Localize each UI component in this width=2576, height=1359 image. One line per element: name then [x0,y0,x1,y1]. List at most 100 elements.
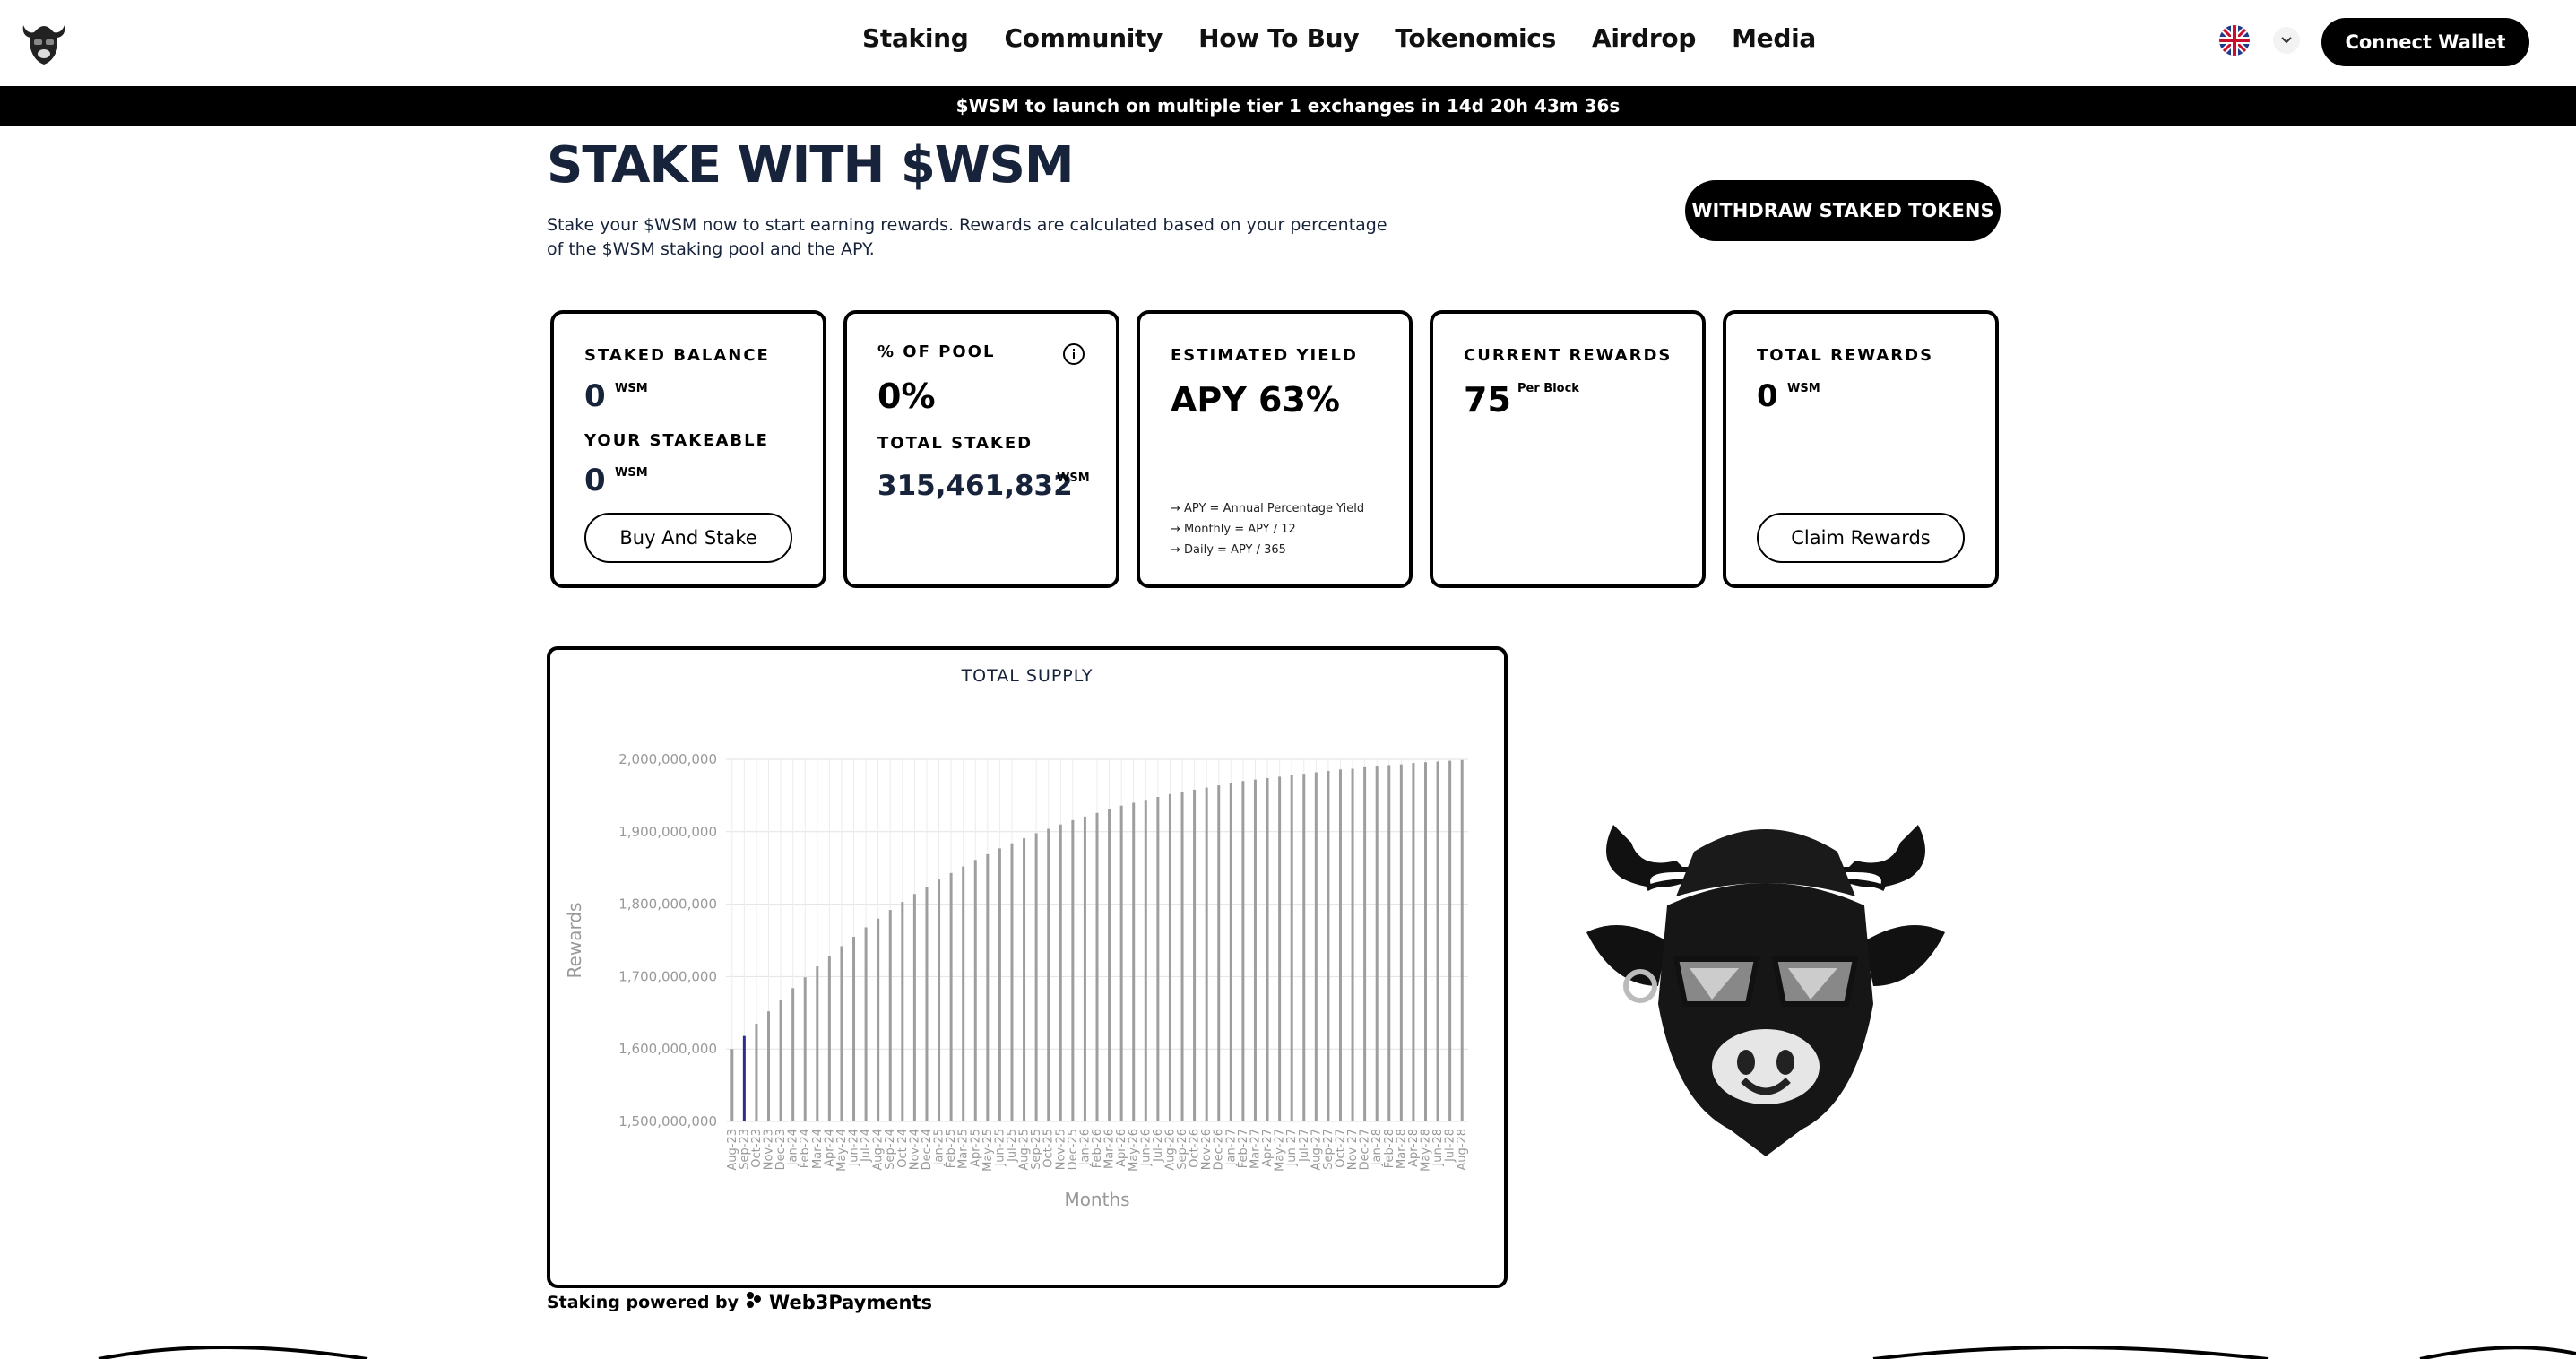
bar [1375,766,1379,1121]
uk-flag-icon[interactable] [2219,25,2250,56]
bar [1314,772,1318,1121]
y-tick-label: 1,700,000,000 [618,968,717,984]
estimated-yield-label: ESTIMATED YIELD [1171,346,1358,365]
bar [1083,816,1086,1121]
web3payments-logo-icon [746,1291,762,1313]
bar [791,988,795,1121]
bar [1010,843,1014,1121]
bar [1399,764,1403,1121]
total-rewards-card: TOTAL REWARDS 0 WSM Claim Rewards [1723,310,1999,588]
stakeable-unit: WSM [615,466,648,480]
bar [1351,768,1354,1121]
withdraw-staked-tokens-button[interactable]: WITHDRAW STAKED TOKENS [1685,180,2001,241]
bar [816,966,819,1121]
connect-wallet-button[interactable]: Connect Wallet [2321,18,2529,66]
powered-by-label: Staking powered by [547,1292,739,1312]
nav-how-to-buy[interactable]: How To Buy [1198,23,1359,53]
y-axis-label: Rewards [564,903,585,979]
bar [1059,824,1062,1121]
decorative-bottom-curves [98,1346,2576,1359]
apy-note: → Daily = APY / 365 [1171,543,1286,557]
bar [1095,812,1099,1121]
buy-and-stake-button[interactable]: Buy And Stake [584,513,792,563]
nav-staking[interactable]: Staking [862,23,969,53]
bar [1108,809,1111,1121]
pool-percentage-card: % OF POOL 0% TOTAL STAKED 315,461,832 WS… [843,310,1119,588]
bar [912,894,916,1121]
web3payments-brand[interactable]: Web3Payments [769,1292,932,1313]
main-nav: Staking Community How To Buy Tokenomics … [862,23,1852,53]
arrow-right-icon: → [1171,523,1185,536]
current-rewards-card: CURRENT REWARDS 75 Per Block [1430,310,1706,588]
pool-percentage-label: % OF POOL [877,342,996,361]
stakeable-value: 0 [584,463,606,498]
current-rewards-value: 75 [1464,380,1511,420]
apy-notes: → APY = Annual Percentage Yield → Monthl… [1171,498,1364,560]
bar [1278,776,1282,1121]
bar [901,902,904,1121]
total-rewards-unit: WSM [1787,382,1820,395]
bar [1132,802,1136,1121]
bar [1448,760,1452,1121]
bar [1205,787,1208,1121]
bar [1217,785,1221,1121]
y-tick-label: 1,600,000,000 [618,1041,717,1057]
y-tick-label: 1,800,000,000 [618,896,717,913]
bar [938,879,941,1121]
x-axis-label: Months [1064,1189,1129,1210]
bar [1156,797,1160,1121]
top-header: Staking Community How To Buy Tokenomics … [0,0,2576,86]
y-tick-label: 2,000,000,000 [618,751,717,767]
total-staked-value: 315,461,832 [877,470,1073,502]
launch-countdown-banner: $WSM to launch on multiple tier 1 exchan… [0,86,2576,126]
staked-balance-card: STAKED BALANCE 0 WSM YOUR STAKEABLE 0 WS… [550,310,826,588]
arrow-right-icon: → [1171,543,1185,557]
nav-tokenomics[interactable]: Tokenomics [1395,23,1556,53]
arrow-right-icon: → [1171,502,1185,515]
claim-rewards-button[interactable]: Claim Rewards [1757,513,1965,563]
powered-by: Staking powered by Web3Payments [547,1291,932,1313]
staked-balance-value: 0 [584,378,606,414]
apy-value: APY 63% [1171,380,1340,420]
bar [1229,783,1232,1121]
bar [755,1023,758,1121]
total-rewards-value: 0 [1757,378,1778,414]
intro-text: Stake your $WSM now to start earning rew… [547,215,1387,259]
chevron-down-icon[interactable] [2273,27,2300,54]
total-staked-unit: WSM [1057,472,1090,485]
bar [1423,762,1427,1121]
chart-plot: 1,500,000,000 1,600,000,000 1,700,000,000 1… [564,751,1469,1210]
current-rewards-unit: Per Block [1517,382,1579,395]
bar [1302,774,1306,1121]
x-tick-label: Aug-28 [1456,1129,1469,1171]
stakeable-label: YOUR STAKEABLE [584,431,769,450]
bar [1241,781,1245,1121]
bar [1387,765,1391,1121]
total-supply-chart: TOTAL SUPPLY 1,500,000,000 1,600,000,000 1… [547,646,1508,1288]
bar [1290,775,1293,1121]
bar [1253,779,1257,1121]
total-staked-label: TOTAL STAKED [877,434,1033,453]
page-title: STAKE WITH $WSM [547,136,1075,195]
bar [1180,792,1184,1121]
bar [1071,819,1075,1121]
bar [864,927,868,1121]
bar [949,872,953,1121]
bar [1193,789,1197,1121]
bar [877,918,880,1121]
nav-community[interactable]: Community [1005,23,1163,53]
nav-airdrop[interactable]: Airdrop [1592,23,1696,53]
bar [1047,828,1050,1121]
bar [1460,759,1464,1121]
bar [767,1011,771,1121]
nav-media[interactable]: Media [1732,23,1816,53]
bar [973,860,977,1121]
logo-bull-icon[interactable] [18,16,70,68]
bar [925,887,929,1121]
staked-balance-unit: WSM [615,382,648,395]
bar [962,866,965,1121]
bar [1034,833,1038,1121]
total-rewards-label: TOTAL REWARDS [1757,346,1934,365]
bar [1338,769,1342,1121]
info-icon[interactable] [1062,342,1085,366]
